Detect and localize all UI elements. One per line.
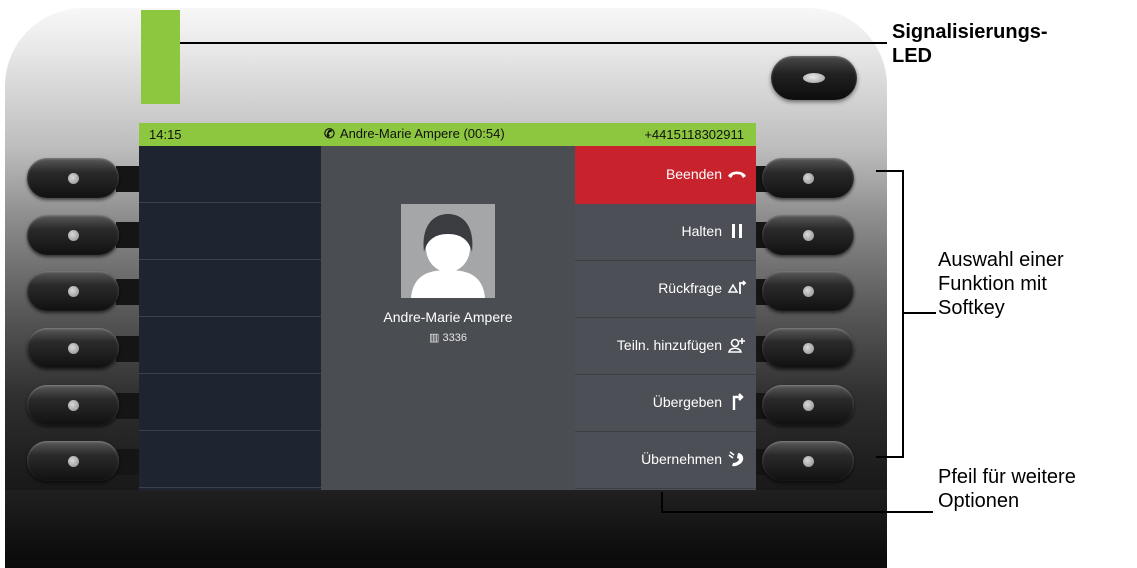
- key-dot-icon: [68, 343, 79, 354]
- contact-extension: ▥ 3336: [321, 331, 575, 344]
- softkey-label: Teiln. hinzufügen: [616, 337, 722, 353]
- active-call-info: ✆ Andre-Marie Ampere (00:54): [324, 126, 505, 142]
- more-options-arrow-icon[interactable]: ⌄: [664, 485, 671, 490]
- softkey-menu: Beenden Halten Rückfrage Teiln. hinzufüg…: [575, 146, 756, 490]
- right-softkey-button-5[interactable]: [762, 385, 854, 425]
- transfer-icon: [732, 393, 744, 410]
- key-dot-icon: [803, 286, 814, 297]
- avatar: [401, 204, 495, 298]
- button-connector: [116, 222, 140, 248]
- led-callout-line: [180, 42, 887, 44]
- pickup-icon: [728, 451, 744, 467]
- key-dot-icon: [803, 400, 814, 411]
- led-annotation: Signalisierungs- LED: [892, 20, 1048, 68]
- softkey-bracket-vertical: [902, 170, 904, 458]
- softkey-bracket-top: [876, 170, 904, 172]
- button-connector: [116, 393, 140, 419]
- softkey-label: Halten: [681, 223, 722, 239]
- phone-display: 14:15 ✆ Andre-Marie Ampere (00:54) +44151…: [139, 123, 756, 490]
- softkey-hold[interactable]: Halten: [575, 203, 756, 261]
- extension-number: 3336: [442, 332, 467, 344]
- button-connector: [116, 279, 140, 305]
- left-key-slot[interactable]: [139, 203, 321, 260]
- left-line-key-1[interactable]: [27, 158, 119, 198]
- arrow-callout-vertical: [661, 492, 663, 512]
- key-dot-icon: [68, 456, 79, 467]
- top-hardware-button[interactable]: [771, 56, 857, 100]
- office-phone-icon: ▥: [429, 332, 443, 344]
- key-dot-icon: [68, 230, 79, 241]
- key-dot-icon: [803, 343, 814, 354]
- left-line-key-5[interactable]: [27, 385, 119, 425]
- left-line-key-2[interactable]: [27, 215, 119, 255]
- annotation-line: LED: [892, 45, 932, 67]
- left-key-slot[interactable]: [139, 317, 321, 374]
- button-connector: [116, 166, 140, 192]
- pause-icon: [732, 224, 742, 238]
- contact-name: Andre-Marie Ampere: [383, 309, 513, 325]
- left-key-labels: [139, 146, 321, 490]
- right-softkey-button-1[interactable]: [762, 158, 854, 198]
- button-connector: [116, 449, 140, 475]
- softkey-consult[interactable]: Rückfrage: [575, 260, 756, 318]
- arrow-callout-horizontal: [661, 511, 933, 513]
- left-line-key-4[interactable]: [27, 328, 119, 368]
- annotation-line: Optionen: [938, 490, 1020, 512]
- call-details-panel: Andre-Marie Ampere ▥ 3336: [321, 146, 575, 490]
- right-softkey-button-2[interactable]: [762, 215, 854, 255]
- signal-led: [141, 10, 180, 104]
- status-bar: 14:15 ✆ Andre-Marie Ampere (00:54) +44151…: [139, 123, 756, 146]
- right-softkey-button-4[interactable]: [762, 328, 854, 368]
- key-dot-icon: [68, 400, 79, 411]
- key-dot-icon: [803, 173, 814, 184]
- softkey-label: Übergeben: [652, 394, 722, 410]
- phone-number: +4415118302911: [644, 127, 744, 142]
- call-info-text: Andre-Marie Ampere (00:54): [339, 126, 505, 141]
- right-softkey-button-3[interactable]: [762, 271, 854, 311]
- key-dot-icon: [803, 230, 814, 241]
- left-key-slot[interactable]: [139, 374, 321, 431]
- annotation-line: Auswahl einer: [938, 249, 1064, 271]
- softkey-add-participant[interactable]: Teiln. hinzufügen: [575, 317, 756, 375]
- active-call-icon: ✆: [324, 126, 335, 141]
- consult-icon: [727, 280, 747, 294]
- clock-time: 14:15: [149, 127, 182, 142]
- annotation-line: Signalisierungs-: [892, 21, 1048, 43]
- softkey-end-call[interactable]: Beenden: [575, 146, 756, 204]
- person-silhouette-icon: [401, 204, 495, 298]
- softkey-bracket-bottom: [876, 456, 904, 458]
- softkey-pickup[interactable]: Übernehmen: [575, 431, 756, 489]
- more-options-annotation: Pfeil für weitere Optionen: [938, 465, 1076, 513]
- annotation-line: Softkey: [938, 297, 1005, 319]
- key-dot-icon: [68, 173, 79, 184]
- add-participant-icon: [728, 338, 745, 353]
- left-line-key-6[interactable]: [27, 441, 119, 481]
- right-softkey-button-6[interactable]: [762, 441, 854, 481]
- softkey-bracket-pointer: [902, 312, 936, 314]
- left-key-slot[interactable]: [139, 431, 321, 488]
- button-connector: [116, 336, 140, 362]
- softkey-label: Übernehmen: [641, 451, 722, 467]
- annotation-line: Pfeil für weitere: [938, 466, 1076, 488]
- left-key-slot[interactable]: [139, 146, 321, 203]
- softkey-annotation: Auswahl einer Funktion mit Softkey: [938, 248, 1064, 320]
- phone-base: [5, 490, 887, 560]
- softkey-transfer[interactable]: Übergeben: [575, 374, 756, 432]
- left-key-slot[interactable]: [139, 260, 321, 317]
- hangup-icon: [728, 171, 746, 178]
- softkey-label: Rückfrage: [658, 280, 722, 296]
- key-dot-icon: [68, 286, 79, 297]
- key-dot-icon: [803, 456, 814, 467]
- annotation-line: Funktion mit: [938, 273, 1047, 295]
- button-indicator-icon: [803, 73, 825, 83]
- softkey-label: Beenden: [665, 166, 722, 182]
- left-line-key-3[interactable]: [27, 271, 119, 311]
